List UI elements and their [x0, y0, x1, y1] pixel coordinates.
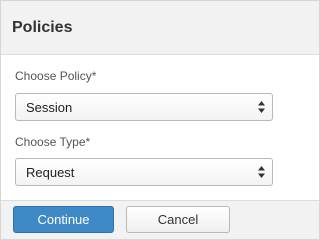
choose-policy-select[interactable]: Session [15, 93, 273, 121]
choose-type-label: Choose Type* [15, 135, 91, 149]
dialog-header: Policies [1, 1, 319, 55]
choose-type-select[interactable]: Request [15, 158, 273, 186]
policies-dialog: Policies Choose Policy* Session Choose T… [0, 0, 320, 240]
choose-policy-value: Session [26, 99, 73, 115]
chevron-up-down-icon [258, 165, 265, 179]
chevron-up-down-icon [258, 100, 265, 114]
dialog-title: Policies [12, 18, 73, 36]
dialog-footer: Continue Cancel [1, 200, 319, 239]
choose-policy-label: Choose Policy* [15, 69, 97, 83]
choose-type-value: Request [26, 164, 75, 180]
cancel-button[interactable]: Cancel [126, 206, 230, 233]
continue-button[interactable]: Continue [13, 206, 114, 233]
